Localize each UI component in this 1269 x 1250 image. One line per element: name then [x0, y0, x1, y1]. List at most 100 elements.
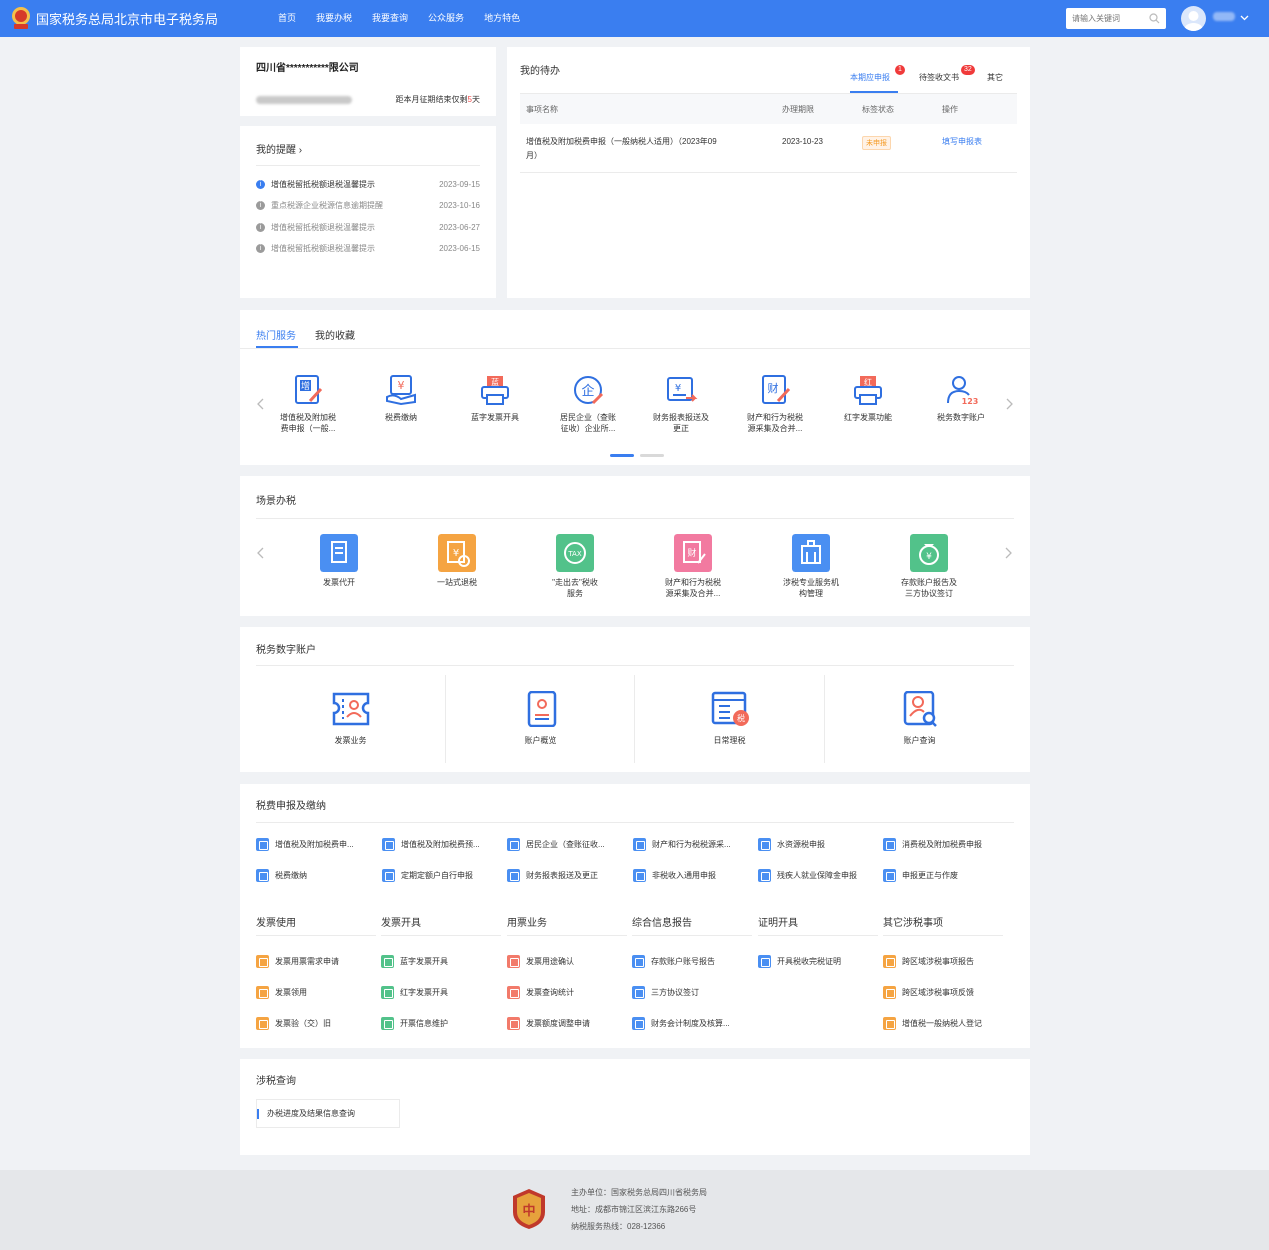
invoice-purpose-confirm[interactable]: 发票用途确认: [507, 954, 574, 968]
tab-current-filing[interactable]: 本期应申报: [850, 72, 890, 83]
invoice-icon: [507, 985, 520, 999]
avatar[interactable]: [1181, 6, 1206, 31]
blue-invoice-issue[interactable]: 蓝字发票开具: [381, 954, 448, 968]
tripartite-agreement[interactable]: 三方协议签订: [632, 985, 699, 999]
chevron-down-icon[interactable]: [1240, 13, 1249, 22]
reminder-item[interactable]: i 增值税留抵税额退税温馨提示 2023-09-15: [256, 177, 480, 191]
filing-water-resource[interactable]: 水资源税申报: [758, 837, 825, 851]
nav-local-feature[interactable]: 地方特色: [474, 0, 530, 37]
fill-return-link[interactable]: 填写申报表: [942, 135, 982, 149]
todo-item-name: 增值税及附加税费申报（一般纳税人适用）（2023年09 月）: [526, 135, 766, 163]
chevron-right-icon[interactable]: [1003, 398, 1015, 410]
col-item-name: 事项名称: [526, 105, 558, 114]
acct-daily-tax[interactable]: 税 日常理税: [635, 675, 824, 763]
tax-bureau-emblem: 中: [513, 1189, 545, 1229]
nav-public-service[interactable]: 公众服务: [418, 0, 474, 37]
filing-vat-prepay[interactable]: 增值税及附加税费预...: [382, 837, 480, 851]
filing-property-source[interactable]: 财产和行为税税源采...: [633, 837, 731, 851]
col-status: 标签状态: [862, 105, 894, 114]
username-redacted: [1213, 12, 1235, 21]
filing-item-label: 三方协议签订: [651, 987, 699, 997]
company-card: 四川省***********限公司 距本月征期结束仅剩5天: [240, 47, 496, 116]
filing-item-label: 税费缴纳: [275, 870, 307, 880]
service-digital-account[interactable]: 123 税务数字账户: [921, 373, 1001, 423]
report-icon: [632, 985, 645, 999]
scene-invoice-issuing[interactable]: 发票代开: [299, 534, 379, 588]
chevron-left-icon[interactable]: [255, 547, 267, 559]
scene-label-line2: 服务: [567, 589, 583, 598]
invoice-verify-old[interactable]: 发票验（交）旧: [256, 1016, 331, 1030]
service-red-invoice[interactable]: 红 红字发票功能: [828, 373, 908, 423]
scene-label: 财产和行为税税: [665, 578, 721, 587]
invoice-collect[interactable]: 发票领用: [256, 985, 307, 999]
scene-tax-agency-mgmt[interactable]: 涉税专业服务机 构管理: [771, 534, 851, 599]
filing-fixed-quota[interactable]: 定期定额户自行申报: [382, 868, 473, 882]
service-financial-statements[interactable]: ¥ 财务报表报送及 更正: [641, 373, 721, 434]
service-vat-filing[interactable]: 增 增值税及附加税 费申报（一般...: [268, 373, 348, 434]
form-icon: [382, 837, 395, 851]
invoice-quota-adjust[interactable]: 发票额度调整申请: [507, 1016, 590, 1030]
red-invoice-issue[interactable]: 红字发票开具: [381, 985, 448, 999]
svg-text:TAX: TAX: [567, 550, 582, 558]
reminder-item[interactable]: i 增值税留抵税额退税温馨提示 2023-06-27: [256, 220, 480, 234]
vat-general-taxpayer-registration[interactable]: 增值税一般纳税人登记: [883, 1016, 982, 1030]
scene-one-stop-refund[interactable]: ¥ 一站式退税: [417, 534, 497, 588]
search-icon[interactable]: [1149, 13, 1160, 24]
progress-query-link[interactable]: 办税进度及结果信息查询: [256, 1099, 400, 1128]
bank-account-report[interactable]: 存款账户账号报告: [632, 954, 715, 968]
scene-bank-account-agreement[interactable]: ¥ 存款账户报告及 三方协议签订: [889, 534, 969, 599]
invoice-demand-request[interactable]: 发票用票需求申请: [256, 954, 339, 968]
acct-query[interactable]: 账户查询: [825, 675, 1014, 763]
divider: [256, 518, 1014, 519]
globe-tile-icon: TAX: [556, 534, 594, 572]
divider: [883, 935, 1003, 936]
divider: [632, 935, 752, 936]
filing-financial-statements[interactable]: 财务报表报送及更正: [507, 868, 598, 882]
filing-tax-payment[interactable]: 税费缴纳: [256, 868, 307, 882]
invoice-info-maintain[interactable]: 开票信息维护: [381, 1016, 448, 1030]
service-tax-payment[interactable]: ¥ 税费缴纳: [361, 373, 441, 423]
carousel-dot-active[interactable]: [610, 454, 634, 457]
payment-icon: ¥: [386, 375, 416, 406]
reminders-title[interactable]: 我的提醒 ›: [256, 141, 302, 156]
filing-disability-fund[interactable]: 残疾人就业保障金申报: [758, 868, 857, 882]
nav-home[interactable]: 首页: [268, 0, 306, 37]
tab-hot-services[interactable]: 热门服务: [256, 327, 296, 342]
chevron-left-icon[interactable]: [255, 398, 267, 410]
service-corporate-income-tax[interactable]: 企 居民企业（查账 征收）企业所...: [548, 373, 628, 434]
reminder-item[interactable]: i 增值税留抵税额退税温馨提示 2023-06-15: [256, 241, 480, 255]
report-icon: ¥: [667, 377, 698, 402]
svg-text:财: 财: [768, 381, 779, 395]
service-property-tax[interactable]: 财 财产和行为税税 源采集及合并...: [735, 373, 815, 434]
cross-region-report[interactable]: 跨区域涉税事项报告: [883, 954, 974, 968]
accounting-system-report[interactable]: 财务会计制度及核算...: [632, 1016, 730, 1030]
filing-non-tax-income[interactable]: 非税收入通用申报: [633, 868, 716, 882]
invoice-query-stats[interactable]: 发票查询统计: [507, 985, 574, 999]
scene-going-global[interactable]: TAX "走出去"税收 服务: [535, 534, 615, 599]
chevron-right-icon[interactable]: [1002, 547, 1014, 559]
cross-region-feedback[interactable]: 跨区域涉税事项反馈: [883, 985, 974, 999]
service-label: 税费缴纳: [385, 413, 417, 422]
tax-payment-certificate[interactable]: 开具税收完税证明: [758, 954, 841, 968]
user-account-icon: 123: [947, 376, 978, 406]
filing-consumption-tax[interactable]: 消费税及附加税费申报: [883, 837, 982, 851]
tab-pending-docs[interactable]: 待签收文书: [919, 72, 959, 83]
footer-hotline: 纳税服务热线：028-12366: [571, 1222, 666, 1231]
tab-other[interactable]: 其它: [987, 72, 1003, 83]
scene-property-tax[interactable]: 财 财产和行为税税 源采集及合并...: [653, 534, 733, 599]
search-input[interactable]: [1066, 8, 1146, 29]
acct-invoice-business[interactable]: 发票业务: [256, 675, 445, 763]
service-label: 税务数字账户: [937, 413, 985, 422]
service-blue-invoice[interactable]: 蓝 蓝字发票开具: [455, 373, 535, 423]
tab-favorites[interactable]: 我的收藏: [315, 327, 355, 342]
filing-corporate-income[interactable]: 居民企业（查账征收...: [507, 837, 605, 851]
carousel-dot[interactable]: [640, 454, 664, 457]
acct-overview[interactable]: 账户概览: [446, 675, 635, 763]
filing-item-label: 发票领用: [275, 987, 307, 997]
filing-correction-void[interactable]: 申报更正与作废: [883, 868, 958, 882]
filing-vat-return[interactable]: 增值税及附加税费申...: [256, 837, 354, 851]
nav-handle-tax[interactable]: 我要办税: [306, 0, 362, 37]
reminder-item[interactable]: i 重点税源企业税源信息逾期提醒 2023-10-16: [256, 198, 480, 212]
nav-query[interactable]: 我要查询: [362, 0, 418, 37]
service-label-line2: 更正: [673, 424, 689, 433]
